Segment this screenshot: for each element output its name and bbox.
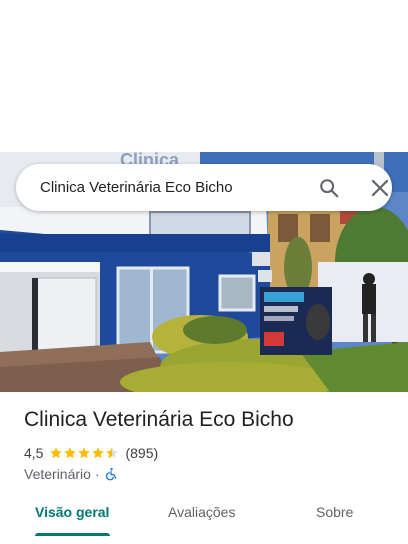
- tab-reviews[interactable]: Avaliações: [168, 504, 235, 520]
- search-icon[interactable]: [318, 177, 340, 199]
- star-icon: [78, 447, 91, 459]
- star-rating: [49, 446, 119, 460]
- active-tab-indicator: [35, 533, 110, 536]
- star-icon: [92, 447, 105, 459]
- place-title: Clinica Veterinária Eco Bicho: [24, 408, 294, 431]
- category-label: Veterinário: [24, 466, 91, 482]
- star-half-icon: [106, 447, 119, 459]
- star-icon: [64, 447, 77, 459]
- rating-row[interactable]: 4,5 (895): [24, 444, 158, 462]
- category-row: Veterinário ·: [24, 465, 118, 483]
- search-bar[interactable]: Clinica Veterinária Eco Bicho: [16, 164, 392, 211]
- search-input[interactable]: Clinica Veterinária Eco Bicho: [40, 164, 233, 211]
- close-icon[interactable]: [370, 178, 390, 198]
- tab-about[interactable]: Sobre: [316, 504, 353, 520]
- review-count[interactable]: (895): [125, 445, 158, 461]
- tab-overview[interactable]: Visão geral: [35, 504, 109, 520]
- separator-dot: ·: [94, 466, 100, 482]
- wheelchair-accessible-icon: [105, 467, 116, 481]
- tab-bar: Visão geral Avaliações Sobre: [0, 492, 408, 544]
- rating-value: 4,5: [24, 445, 44, 461]
- star-icon: [50, 447, 63, 459]
